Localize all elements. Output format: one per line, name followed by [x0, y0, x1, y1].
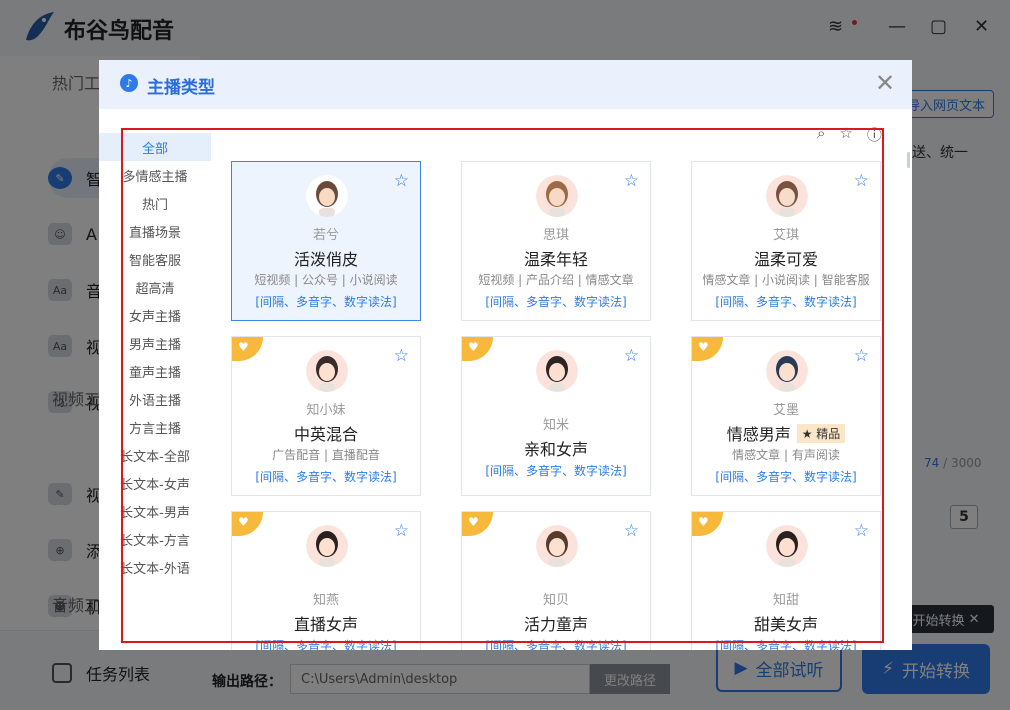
category-item[interactable]: 长文本-全部 [99, 441, 211, 469]
voice-card[interactable]: ♥ ☆ 知贝活力童声 [间隔、多音字、数字读法] [461, 511, 651, 650]
category-item[interactable]: 多情感主播 [99, 161, 211, 189]
voice-feature-links[interactable]: [间隔、多音字、数字读法] [232, 637, 420, 650]
voice-name: 若兮 [312, 228, 339, 243]
category-item[interactable]: 外语主播 [99, 385, 211, 413]
avatar [536, 350, 578, 392]
voice-type: 活泼俏皮 [293, 250, 358, 269]
voice-name: 知小妹 [306, 403, 346, 418]
voice-card[interactable]: ♥ ☆ 知燕直播女声 [间隔、多音字、数字读法] [231, 511, 421, 650]
voice-card[interactable]: ♥ ☆ 知小妹中英混合广告配音 | 直播配音 [间隔、多音字、数字读法] [231, 336, 421, 496]
category-list: 全部 多情感主播 热门 直播场景 智能客服 超高清 女声主播 男声主播 童声主播 外语主播 方言主播… [99, 133, 211, 581]
category-item[interactable]: 女声主播 [99, 301, 211, 329]
premium-badge-icon: ♥ [462, 512, 493, 536]
voice-tags: 短视频 | 公众号 | 小说阅读 [254, 273, 398, 287]
voice-type: 亲和女声 [523, 440, 588, 459]
category-item[interactable]: 超高清 [99, 273, 211, 301]
voice-name: 知贝 [542, 593, 569, 608]
category-item[interactable]: 长文本-方言 [99, 525, 211, 553]
category-item[interactable]: 直播场景 [99, 217, 211, 245]
voice-name: 知燕 [312, 593, 339, 608]
voice-feature-links[interactable]: [间隔、多音字、数字读法] [692, 293, 880, 310]
voice-card[interactable]: ♥ ☆ 艾墨情感男声 ★ 精品情感文章 | 有声阅读 [间隔、多音字、数字读法] [691, 336, 881, 496]
favorite-star-icon[interactable]: ☆ [839, 124, 852, 145]
voice-card[interactable]: ♥ ☆ 知甜甜美女声 [间隔、多音字、数字读法] [691, 511, 881, 650]
avatar [766, 350, 808, 392]
voice-card[interactable]: ☆ 若兮活泼俏皮短视频 | 公众号 | 小说阅读 [间隔、多音字、数字读法] [231, 161, 421, 321]
avatar [536, 525, 578, 567]
voice-card[interactable]: ☆ 思琪温柔年轻短视频 | 产品介绍 | 情感文章 [间隔、多音字、数字读法] [461, 161, 651, 321]
close-dialog-button[interactable]: ✕ [875, 69, 895, 97]
voice-name: 艾墨 [772, 403, 799, 418]
voice-name: 思琪 [542, 228, 569, 243]
voice-type: 直播女声 [293, 615, 358, 634]
scrollbar-thumb[interactable] [907, 152, 910, 168]
voice-feature-links[interactable]: [间隔、多音字、数字读法] [462, 293, 650, 310]
category-item[interactable]: 童声主播 [99, 357, 211, 385]
info-icon[interactable]: ⓘ [867, 124, 882, 145]
category-item[interactable]: 智能客服 [99, 245, 211, 273]
quality-tag: ★ 精品 [796, 424, 846, 443]
voice-tags: 短视频 | 产品介绍 | 情感文章 [478, 273, 634, 287]
category-item[interactable]: 全部 [99, 133, 211, 161]
voice-type: 温柔可爱 [753, 250, 818, 269]
avatar [766, 525, 808, 567]
category-item[interactable]: 长文本-男声 [99, 497, 211, 525]
voice-feature-links[interactable]: [间隔、多音字、数字读法] [692, 637, 880, 650]
favorite-star-icon[interactable]: ☆ [394, 346, 409, 366]
avatar [306, 525, 348, 567]
voice-name: 知米 [542, 418, 569, 433]
avatar [766, 175, 808, 217]
music-note-icon: ♪ [120, 74, 138, 92]
favorite-star-icon[interactable]: ☆ [854, 171, 869, 191]
voice-tags: 广告配音 | 直播配音 [272, 448, 380, 462]
voice-name: 知甜 [772, 593, 799, 608]
voice-name: 艾琪 [772, 228, 799, 243]
favorite-star-icon[interactable]: ☆ [854, 521, 869, 541]
voice-type: 温柔年轻 [523, 250, 588, 269]
voice-type: 甜美女声 [753, 615, 818, 634]
category-item[interactable]: 长文本-外语 [99, 553, 211, 581]
voice-type-dialog: ♪ 主播类型 ✕ 全部 多情感主播 热门 直播场景 智能客服 超高清 女声主播 男声主播 童声主… [99, 60, 912, 650]
premium-badge-icon: ♥ [692, 337, 723, 361]
premium-badge-icon: ♥ [692, 512, 723, 536]
voice-tags: 情感文章 | 小说阅读 | 智能客服 [702, 273, 870, 287]
avatar [306, 175, 348, 217]
avatar [536, 175, 578, 217]
voice-card-grid: ☆ 若兮活泼俏皮短视频 | 公众号 | 小说阅读 [间隔、多音字、数字读法] ☆ 思琪温… [231, 161, 891, 650]
voice-card[interactable]: ☆ 艾琪温柔可爱情感文章 | 小说阅读 | 智能客服 [间隔、多音字、数字读法] [691, 161, 881, 321]
category-item[interactable]: 长文本-女声 [99, 469, 211, 497]
voice-feature-links[interactable]: [间隔、多音字、数字读法] [692, 468, 880, 485]
favorite-star-icon[interactable]: ☆ [624, 346, 639, 366]
avatar [306, 350, 348, 392]
voice-type: 情感男声 ★ 精品 [692, 421, 880, 445]
voice-type: 活力童声 [523, 615, 588, 634]
voice-feature-links[interactable]: [间隔、多音字、数字读法] [232, 293, 420, 310]
premium-badge-icon: ♥ [232, 337, 263, 361]
favorite-star-icon[interactable]: ☆ [624, 521, 639, 541]
voice-card[interactable]: ♥ ☆ 知米亲和女声 [间隔、多音字、数字读法] [461, 336, 651, 496]
dialog-toolbar: ⌕ ☆ ⓘ [817, 124, 882, 145]
favorite-star-icon[interactable]: ☆ [394, 171, 409, 191]
category-item[interactable]: 方言主播 [99, 413, 211, 441]
search-icon[interactable]: ⌕ [817, 124, 825, 145]
category-item[interactable]: 热门 [99, 189, 211, 217]
voice-feature-links[interactable]: [间隔、多音字、数字读法] [232, 468, 420, 485]
favorite-star-icon[interactable]: ☆ [394, 521, 409, 541]
voice-feature-links[interactable]: [间隔、多音字、数字读法] [462, 462, 650, 479]
premium-badge-icon: ♥ [462, 337, 493, 361]
voice-type: 中英混合 [293, 425, 358, 444]
favorite-star-icon[interactable]: ☆ [624, 171, 639, 191]
favorite-star-icon[interactable]: ☆ [854, 346, 869, 366]
premium-badge-icon: ♥ [232, 512, 263, 536]
dialog-header: ♪ 主播类型 ✕ [99, 60, 912, 109]
voice-feature-links[interactable]: [间隔、多音字、数字读法] [462, 637, 650, 650]
voice-tags: 情感文章 | 有声阅读 [732, 448, 840, 462]
dialog-title: 主播类型 [147, 78, 215, 98]
category-item[interactable]: 男声主播 [99, 329, 211, 357]
